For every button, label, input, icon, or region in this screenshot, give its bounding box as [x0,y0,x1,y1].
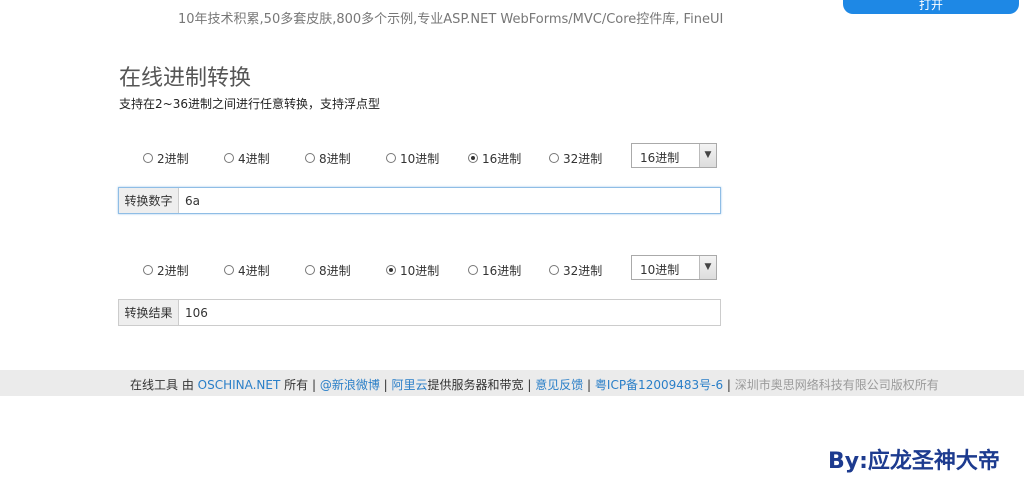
aliyun-link[interactable]: 阿里云 [392,378,428,392]
input-number-label: 转换数字 [119,188,179,213]
footer-separator: | [583,378,595,392]
radio-label: 16进制 [482,263,522,278]
radio-button-icon[interactable] [143,265,153,275]
radio-label: 2进制 [157,151,189,166]
radio-button-icon[interactable] [143,153,153,163]
radio-button-checked-icon[interactable] [386,265,396,275]
footer-text: 提供服务器和带宽 | [427,378,536,392]
footer: 在线工具 由 OSCHINA.NET 所有 | @新浪微博 | 阿里云提供服务器… [0,370,1024,396]
input-radio-base-10[interactable]: 10进制 [386,148,439,168]
weibo-link[interactable]: @新浪微博 [320,378,380,392]
radio-button-icon[interactable] [549,153,559,163]
radio-button-icon[interactable] [224,153,234,163]
radio-button-icon[interactable] [549,265,559,275]
radio-label: 10进制 [400,263,440,278]
radio-button-icon[interactable] [386,153,396,163]
radio-label: 32进制 [563,263,603,278]
oschina-link[interactable]: OSCHINA.NET [198,378,281,392]
footer-text: 所有 | [280,378,320,392]
output-radio-base-16[interactable]: 16进制 [468,260,521,280]
input-radio-base-2[interactable]: 2进制 [143,148,189,168]
output-result-group: 转换结果 [118,299,721,326]
chevron-down-icon[interactable]: ▼ [699,144,716,167]
radio-label: 2进制 [157,263,189,278]
footer-text: 在线工具 由 [130,378,198,392]
input-number-group: 转换数字 [118,187,721,214]
output-radio-base-2[interactable]: 2进制 [143,260,189,280]
copyright-text: 深圳市奥思网络科技有限公司版权所有 [734,378,939,392]
radio-button-icon[interactable] [305,153,315,163]
feedback-link[interactable]: 意见反馈 [535,378,583,392]
output-result-label: 转换结果 [119,300,179,325]
input-number-field[interactable] [179,188,720,213]
input-radio-base-32[interactable]: 32进制 [549,148,602,168]
radio-label: 10进制 [400,151,440,166]
select-value: 16进制 [640,151,680,165]
input-radio-base-16[interactable]: 16进制 [468,148,521,168]
page-title: 在线进制转换 [119,66,252,91]
radio-label: 8进制 [319,151,351,166]
icp-link[interactable]: 粤ICP备12009483号-6 [595,378,723,392]
radio-button-icon[interactable] [468,265,478,275]
radio-label: 4进制 [238,151,270,166]
output-radio-base-10[interactable]: 10进制 [386,260,439,280]
footer-separator: | [379,378,392,392]
output-radio-base-32[interactable]: 32进制 [549,260,602,280]
radio-button-checked-icon[interactable] [468,153,478,163]
footer-separator: | [723,378,735,392]
banner-open-button[interactable]: 打开 [843,0,1019,14]
radio-label: 8进制 [319,263,351,278]
radio-button-icon[interactable] [305,265,315,275]
radio-button-icon[interactable] [224,265,234,275]
page-subtitle: 支持在2~36进制之间进行任意转换，支持浮点型 [119,97,380,111]
select-value: 10进制 [640,263,680,277]
radio-label: 32进制 [563,151,603,166]
radio-label: 4进制 [238,263,270,278]
chevron-down-icon[interactable]: ▼ [699,256,716,279]
output-radio-base-4[interactable]: 4进制 [224,260,270,280]
promo-banner-text[interactable]: 10年技术积累,50多套皮肤,800多个示例,专业ASP.NET WebForm… [178,8,723,27]
output-result-field[interactable] [179,300,720,325]
input-radio-base-4[interactable]: 4进制 [224,148,270,168]
output-radio-base-8[interactable]: 8进制 [305,260,351,280]
input-radio-base-8[interactable]: 8进制 [305,148,351,168]
radio-label: 16进制 [482,151,522,166]
watermark: By:应龙圣神大帝 [828,449,1000,474]
output-base-select[interactable]: 10进制 ▼ [631,255,717,280]
input-base-select[interactable]: 16进制 ▼ [631,143,717,168]
